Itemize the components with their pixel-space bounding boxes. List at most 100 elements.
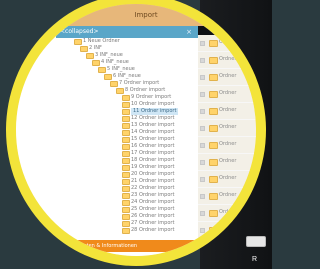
tree-item[interactable]: 1 Neue Ordner: [16, 38, 198, 45]
tree-item[interactable]: 20 Ordner import: [16, 171, 198, 178]
row-checkbox[interactable]: [200, 41, 205, 46]
file-row[interactable]: Ordner: [198, 188, 256, 205]
row-checkbox[interactable]: [200, 228, 205, 233]
folder-icon: [209, 40, 218, 47]
file-row[interactable]: Ordner: [198, 103, 256, 120]
tree-item[interactable]: 16 Ordner import: [16, 143, 198, 150]
tree-item-label: 21 Ordner import: [131, 178, 175, 184]
file-row[interactable]: Ordner: [198, 69, 256, 86]
tree-item-label: 28 Ordner import: [131, 227, 175, 233]
tree-item-label: 16 Ordner import: [131, 143, 175, 149]
folder-icon: [209, 210, 218, 217]
tree-item-label: 5 INF_neue: [107, 66, 135, 72]
tree-item[interactable]: 26 Ordner import: [16, 213, 198, 220]
tree-item-label: 25 Ordner import: [131, 206, 175, 212]
tree-item[interactable]: 7 Ordner import: [16, 80, 198, 87]
tree-item-label: 22 Ordner import: [131, 185, 175, 191]
tree-item-label: 20 Ordner import: [131, 171, 175, 177]
file-row-label: Ordner: [219, 158, 237, 164]
file-row-label: Ordner: [219, 90, 237, 96]
row-checkbox[interactable]: [200, 92, 205, 97]
tree-item[interactable]: 2 INF: [16, 45, 198, 52]
tree-item[interactable]: 25 Ordner import: [16, 206, 198, 213]
file-row[interactable]: Ordner: [198, 154, 256, 171]
window-title: Import: [16, 4, 256, 26]
tree-item-label: 10 Ordner import: [131, 101, 175, 107]
row-checkbox[interactable]: [200, 177, 205, 182]
tree-item[interactable]: 27 Ordner import: [16, 220, 198, 227]
tree-item[interactable]: 18 Ordner import: [16, 157, 198, 164]
file-list: Ordner Ordner Ordner Ordner Ordner Ordner Ordn…: [198, 35, 256, 245]
tree-item-label: 4 INF_neue: [101, 59, 129, 65]
file-row-label: Ordner: [219, 124, 237, 130]
row-checkbox[interactable]: [200, 75, 205, 80]
folder-icon: [209, 57, 218, 64]
file-row-label: Ordner: [219, 209, 237, 215]
close-icon[interactable]: ×: [186, 26, 192, 38]
tree-item[interactable]: 10 Ordner import: [16, 101, 198, 108]
tree-item[interactable]: 23 Ordner import: [16, 192, 198, 199]
folder-icon: [209, 108, 218, 115]
tree-item[interactable]: 14 Ordner import: [16, 129, 198, 136]
file-row-label: Ordner: [219, 73, 237, 79]
file-row[interactable]: Ordner: [198, 35, 256, 52]
tree-item-label: 9 Ordner import: [131, 94, 172, 100]
row-checkbox[interactable]: [200, 160, 205, 165]
file-row-label: Ordner: [219, 39, 237, 45]
row-checkbox[interactable]: [200, 126, 205, 131]
scene: Import <collapsed> × 1 Neue Ordner 2 INF 3…: [0, 0, 272, 269]
tree-item[interactable]: 15 Ordner import: [16, 136, 198, 143]
left-pane-header-label: <collapsed>: [60, 28, 99, 35]
tree-item[interactable]: 3 INF_neue: [16, 52, 198, 59]
row-checkbox[interactable]: [200, 143, 205, 148]
tree-item-label: 26 Ordner import: [131, 213, 175, 219]
file-row[interactable]: Ordner: [198, 137, 256, 154]
file-row[interactable]: Ordner: [198, 171, 256, 188]
tree-item-label: 15 Ordner import: [131, 136, 175, 142]
tree-item[interactable]: 17 Ordner import: [16, 150, 198, 157]
left-pane-footer[interactable]: Update Daten & Informationen: [56, 240, 198, 252]
file-row[interactable]: Ordner: [198, 52, 256, 69]
file-row[interactable]: Ordner: [198, 86, 256, 103]
tree-item[interactable]: 9 Ordner import: [16, 94, 198, 101]
row-checkbox[interactable]: [200, 109, 205, 114]
status-letter: R: [252, 256, 258, 263]
tree-item[interactable]: 28 Ordner import: [16, 227, 198, 234]
row-checkbox[interactable]: [200, 58, 205, 63]
tree-item[interactable]: 13 Ordner import: [16, 122, 198, 129]
file-row[interactable]: Ordner: [198, 205, 256, 222]
folder-icon: [209, 159, 218, 166]
tree-item-label: 18 Ordner import: [131, 157, 175, 163]
folder-icon: [209, 91, 218, 98]
tree-item[interactable]: 12 Ordner import: [16, 115, 198, 122]
tree-item-label: 24 Ordner import: [131, 199, 175, 205]
tree-item-label: 14 Ordner import: [131, 129, 175, 135]
folder-icon: [209, 125, 218, 132]
folder-icon: [209, 227, 218, 234]
left-pane: <collapsed> × 1 Neue Ordner 2 INF 3 INF_ne…: [16, 26, 198, 256]
small-button[interactable]: [246, 236, 266, 247]
file-row-label: Ordner: [219, 141, 237, 147]
tree-item[interactable]: 11 Ordner import: [16, 108, 198, 115]
folder-icon: [209, 176, 218, 183]
tree-item[interactable]: 5 INF_neue: [16, 66, 198, 73]
file-row-label: Ordner: [219, 107, 237, 113]
row-checkbox[interactable]: [200, 211, 205, 216]
row-checkbox[interactable]: [200, 194, 205, 199]
tree-item[interactable]: 19 Ordner import: [16, 164, 198, 171]
tree-item-label: 13 Ordner import: [131, 122, 175, 128]
tree-item[interactable]: 24 Ordner import: [16, 199, 198, 206]
right-pane-header: [198, 26, 256, 35]
tree-item[interactable]: 21 Ordner import: [16, 178, 198, 185]
file-row-label: Ordner: [219, 192, 237, 198]
folder-icon: [209, 74, 218, 81]
tree-item-label: 11 Ordner import: [131, 108, 179, 115]
tree-item[interactable]: 22 Ordner import: [16, 185, 198, 192]
tree-item-label: 3 INF_neue: [95, 52, 123, 58]
tree-item[interactable]: 4 INF_neue: [16, 59, 198, 66]
file-row[interactable]: Ordner: [198, 120, 256, 137]
tree-item-label: 12 Ordner import: [131, 115, 175, 121]
tree-item-label: 19 Ordner import: [131, 164, 175, 170]
tree-item[interactable]: 8 Ordner import: [16, 87, 198, 94]
tree-item[interactable]: 6 INF_neue: [16, 73, 198, 80]
